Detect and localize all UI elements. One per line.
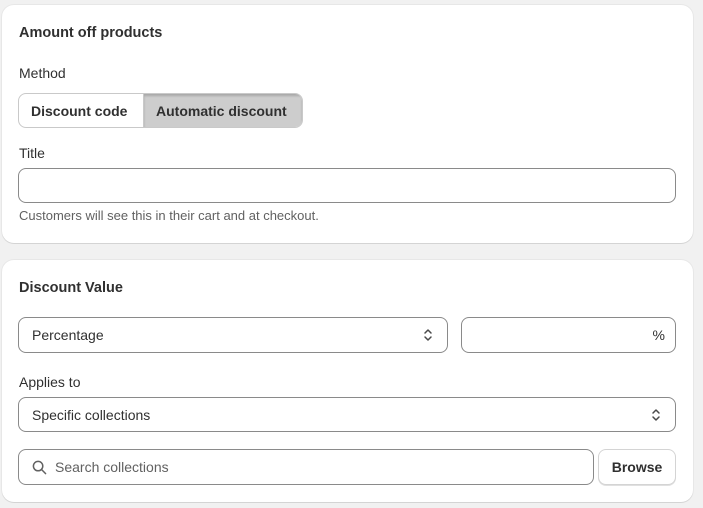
browse-button[interactable]: Browse (598, 449, 676, 485)
value-type-select[interactable]: Percentage (18, 317, 448, 353)
discount-amount-input[interactable]: % (461, 317, 676, 353)
applies-to-selected: Specific collections (32, 406, 151, 423)
card-title: Discount Value (19, 280, 123, 296)
automatic-discount-option[interactable]: Automatic discount (144, 94, 302, 127)
chevron-up-down-icon (422, 327, 434, 343)
percent-suffix: % (652, 327, 665, 343)
method-label: Method (19, 65, 66, 81)
value-type-selected: Percentage (32, 327, 104, 343)
applies-to-select[interactable]: Specific collections (18, 397, 676, 432)
discount-code-option[interactable]: Discount code (19, 94, 144, 127)
search-icon (31, 459, 47, 475)
title-label: Title (19, 145, 45, 161)
amount-off-products-card: Amount off products Method Discount code… (2, 5, 693, 243)
applies-to-label: Applies to (19, 374, 81, 390)
search-collections-input[interactable]: Search collections (18, 449, 594, 485)
card-title: Amount off products (19, 25, 163, 41)
method-segmented-control: Discount code Automatic discount (18, 93, 303, 128)
title-help-text: Customers will see this in their cart an… (19, 208, 319, 223)
chevron-up-down-icon (650, 407, 662, 423)
discount-value-card: Discount Value Percentage % Applies to S… (2, 260, 693, 502)
search-placeholder: Search collections (55, 459, 169, 475)
title-input[interactable] (18, 168, 676, 203)
